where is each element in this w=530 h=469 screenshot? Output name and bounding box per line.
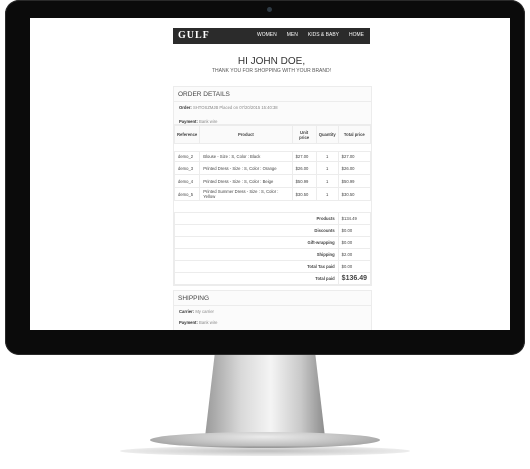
total-label: Total paid [174, 272, 339, 285]
nav-item-women[interactable]: WOMEN [257, 32, 277, 38]
monitor-bezel: GULF WOMEN MEN KIDS & BABY HOME HI JOHN … [5, 0, 525, 355]
total-label: Gift-wrapping [174, 236, 339, 249]
total-value: $2.00 [337, 248, 372, 261]
cell-unit: $27.00 [291, 151, 317, 162]
total-value: $0.00 [337, 224, 372, 237]
totals-row-tax: Total Tax paid $0.00 [174, 260, 372, 273]
nav-item-home[interactable]: HOME [349, 32, 364, 38]
table-row: demo_5 Printed Summer Dress - Size : S, … [173, 187, 372, 201]
totals-row-products: Products $134.49 [174, 212, 372, 225]
col-reference: Reference [173, 125, 201, 144]
col-product: Product [199, 125, 293, 144]
camera-dot [267, 7, 272, 12]
spacer-row [175, 144, 371, 152]
order-line: Order: SHTOSZMJB Placed on 07/20/2015 15… [174, 102, 371, 113]
cell-product: Printed Dress - Size : S, Color : Beige [199, 174, 293, 188]
cell-product: Printed Summer Dress - Size : S, Color :… [199, 187, 293, 201]
total-value: $136.49 [337, 272, 372, 285]
total-label: Shipping [174, 248, 339, 261]
monitor-stand [205, 355, 325, 437]
col-unit-price: Unit price [291, 125, 317, 144]
carrier-line: Carrier: My carrier [174, 306, 371, 317]
greeting-subtitle: THANK YOU FOR SHOPPING WITH YOUR BRAND! [212, 68, 331, 74]
col-total-price: Total price [337, 125, 372, 144]
totals-row-total-paid: Total paid $136.49 [174, 272, 372, 285]
table-header-row: Reference Product Unit price Quantity To… [173, 125, 372, 144]
cell-unit: $50.99 [291, 174, 317, 188]
total-value: $0.00 [337, 236, 372, 249]
table-row: demo_3 Printed Dress - Size : S, Color :… [173, 161, 372, 175]
totals-row-shipping: Shipping $2.00 [174, 248, 372, 261]
cell-total: $50.99 [337, 174, 372, 188]
shipping-box: SHIPPING Carrier: My carrier Payment: Ba… [173, 290, 372, 330]
cell-total: $27.00 [337, 151, 372, 162]
cell-qty: 1 [315, 187, 339, 201]
cell-ref: demo_2 [173, 151, 201, 162]
table-row: demo_4 Printed Dress - Size : S, Color :… [173, 174, 372, 188]
order-table: Reference Product Unit price Quantity To… [173, 125, 372, 285]
cell-qty: 1 [315, 174, 339, 188]
cell-qty: 1 [315, 151, 339, 162]
brand-logo[interactable]: GULF [178, 30, 210, 41]
order-label: Order: [179, 105, 192, 110]
shipping-payment-label: Payment: [179, 320, 198, 325]
email-header-bar: GULF WOMEN MEN KIDS & BABY HOME [173, 28, 370, 44]
table-row: demo_2 Blouse - Size : S, Color : Black … [173, 151, 372, 162]
totals-row-discounts: Discounts $0.00 [174, 224, 372, 237]
order-table-box: Reference Product Unit price Quantity To… [173, 124, 372, 286]
nav-item-kids[interactable]: KIDS & BABY [308, 32, 339, 38]
carrier-label: Carrier: [179, 309, 195, 314]
total-label: Products [174, 212, 339, 225]
shipping-payment-value: Bank wire [199, 320, 218, 325]
order-value: SHTOSZMJB Placed on 07/20/2015 15:40:38 [192, 105, 278, 110]
total-value: $134.49 [337, 212, 372, 225]
nav-item-men[interactable]: MEN [287, 32, 298, 38]
carrier-value: My carrier [195, 309, 214, 314]
screen: GULF WOMEN MEN KIDS & BABY HOME HI JOHN … [30, 18, 510, 330]
cell-ref: demo_5 [173, 187, 201, 201]
spacer-row [175, 201, 371, 213]
stand-shadow [120, 446, 410, 456]
totals-row-gift-wrapping: Gift-wrapping $0.00 [174, 236, 372, 249]
cell-total: $30.50 [337, 187, 372, 201]
cell-total: $26.00 [337, 161, 372, 175]
total-label: Total Tax paid [174, 260, 339, 273]
cell-product: Printed Dress - Size : S, Color : Orange [199, 161, 293, 175]
col-quantity: Quantity [315, 125, 339, 144]
total-label: Discounts [174, 224, 339, 237]
cell-ref: demo_3 [173, 161, 201, 175]
cell-ref: demo_4 [173, 174, 201, 188]
shipping-payment-line: Payment: Bank wire [174, 317, 371, 328]
greeting-title: HI JOHN DOE, [237, 56, 306, 67]
cell-unit: $30.50 [291, 187, 317, 201]
cell-product: Blouse - Size : S, Color : Black [199, 151, 293, 162]
top-nav: WOMEN MEN KIDS & BABY HOME [257, 32, 364, 38]
shipping-title: SHIPPING [174, 291, 371, 306]
cell-unit: $26.00 [291, 161, 317, 175]
total-value: $0.00 [337, 260, 372, 273]
cell-qty: 1 [315, 161, 339, 175]
order-details-title: ORDER DETAILS [174, 87, 371, 102]
